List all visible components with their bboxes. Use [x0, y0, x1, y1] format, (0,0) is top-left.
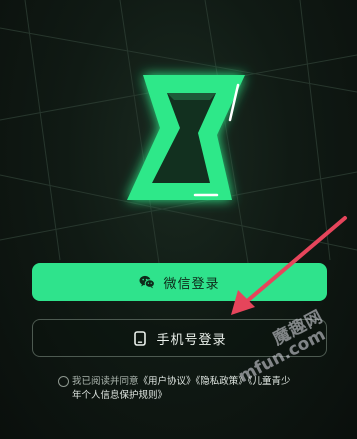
- privacy-policy-link[interactable]: 《隐私政策》: [196, 376, 248, 387]
- agreement-checkbox[interactable]: [58, 376, 69, 387]
- wechat-login-label: 微信登录: [163, 276, 220, 292]
- agreement-prefix: 我已阅读并同意: [72, 376, 139, 387]
- agreement-line-2: 年个人信息保护规则》: [72, 388, 167, 404]
- phone-icon: [132, 330, 148, 346]
- wechat-icon: [139, 274, 156, 290]
- login-screen: 微信登录 手机号登录 我已阅读并同意《用户协议》《隐私政策》《儿童青少 年个人信…: [0, 0, 357, 439]
- children-policy-link-part1[interactable]: 《儿童青少: [248, 376, 291, 387]
- children-policy-link-part2[interactable]: 年个人信息保护规则》: [72, 390, 167, 401]
- phone-login-label: 手机号登录: [156, 332, 227, 348]
- user-agreement-link[interactable]: 《用户协议》: [139, 376, 196, 387]
- wechat-login-button[interactable]: 微信登录: [32, 263, 327, 301]
- phone-login-button[interactable]: 手机号登录: [32, 319, 327, 357]
